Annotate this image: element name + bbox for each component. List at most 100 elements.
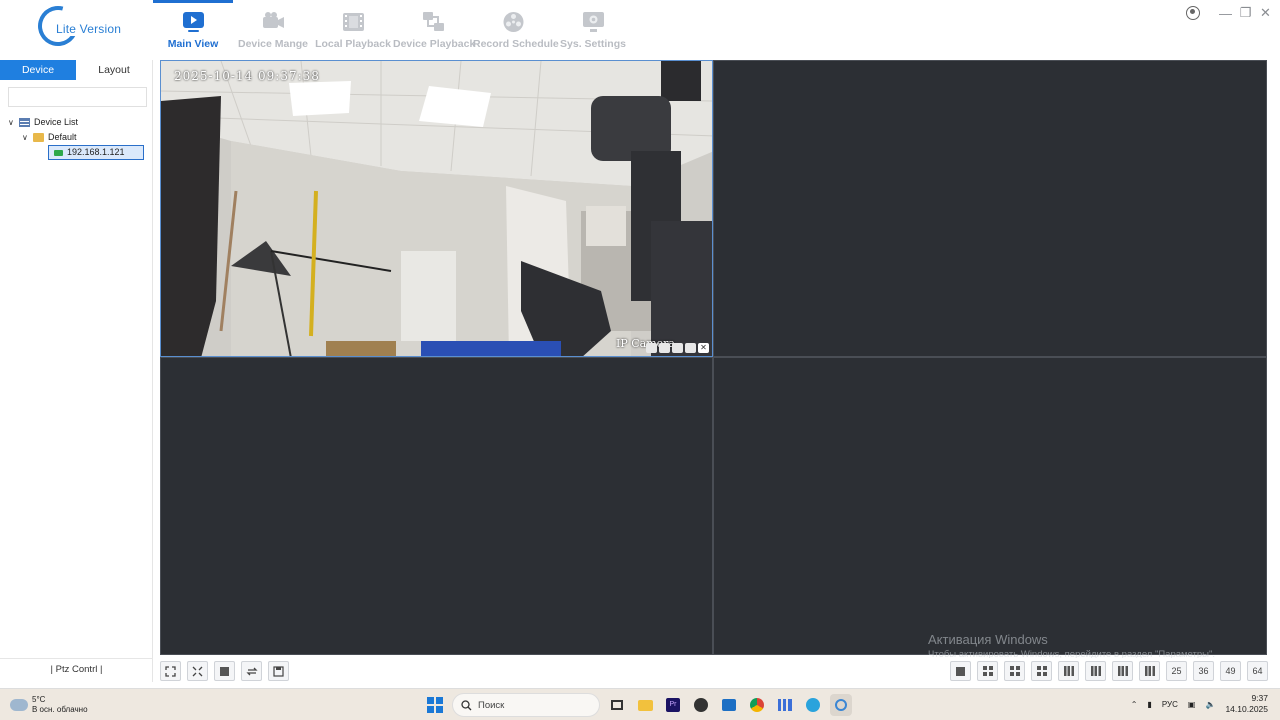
layout-25-button[interactable]: 25 [1166, 661, 1187, 681]
battery-icon[interactable]: ▮ [1147, 700, 1151, 709]
taskbar-apps: Поиск Pr [424, 693, 852, 717]
windows-activation-watermark: Активация Windows Чтобы активировать Win… [928, 632, 1215, 660]
cms-app-icon [835, 699, 847, 711]
telegram-button[interactable] [802, 694, 824, 716]
task-view-icon [611, 700, 623, 710]
nav-label: Device Playback [393, 38, 476, 50]
tab-layout[interactable]: Layout [76, 60, 152, 80]
chevron-down-icon[interactable]: ∨ [22, 130, 31, 145]
network-icon[interactable]: ▣ [1188, 700, 1196, 709]
ptz-label: Ptz Contrl [55, 664, 98, 675]
video-cell-4[interactable] [713, 357, 1267, 655]
chevron-down-icon[interactable]: ∨ [8, 115, 17, 130]
selected-device[interactable]: 192.168.1.121 [48, 145, 144, 160]
folder-icon [33, 133, 44, 142]
watermark-title: Активация Windows [928, 632, 1048, 647]
user-icon[interactable] [1186, 6, 1200, 20]
layout-36-button[interactable]: 36 [1193, 661, 1214, 681]
logo-text: Lite Version [55, 22, 123, 36]
bottom-toolbar: 25 36 49 64 [153, 658, 1280, 684]
cms-app-button[interactable] [830, 694, 852, 716]
save-icon [273, 665, 284, 677]
start-button[interactable] [424, 694, 446, 716]
device-sidebar: Device Layout ∨ Device List ∨ Default 19… [0, 60, 153, 682]
tree-node-default[interactable]: ∨ Default [8, 130, 148, 145]
layout-9-button[interactable] [1058, 661, 1079, 681]
layout-1-button[interactable] [950, 661, 971, 681]
device-search-input[interactable] [8, 87, 147, 107]
stop-icon [220, 666, 229, 676]
save-button[interactable] [268, 661, 289, 681]
windows-logo-icon [427, 697, 443, 713]
volume-icon[interactable]: 🔈 [1205, 700, 1215, 709]
film-icon [343, 13, 364, 31]
ptz-control-toggle[interactable]: | Ptz Contrl | [0, 658, 153, 682]
chevron-up-icon[interactable]: ⌃ [1131, 700, 1138, 709]
search-placeholder: Поиск [478, 699, 505, 711]
osd-timestamp: 2025-10-14 09:37:38 [174, 69, 320, 83]
layout-16-button[interactable] [1139, 661, 1160, 681]
layout-10-button[interactable] [1085, 661, 1106, 681]
tree-node-camera[interactable]: 192.168.1.121 [8, 145, 148, 160]
file-explorer-button[interactable] [634, 694, 656, 716]
exit-fullscreen-button[interactable] [187, 661, 208, 681]
folder-icon [637, 699, 653, 711]
layout-6-button[interactable] [1004, 661, 1025, 681]
layout-4-button[interactable] [977, 661, 998, 681]
zoom-icon[interactable] [685, 343, 696, 353]
nav-local-playback[interactable]: Local Playback [313, 0, 393, 55]
nav-sys-settings[interactable]: Sys. Settings [553, 0, 633, 55]
tree-node-device-list[interactable]: ∨ Device List [8, 115, 148, 130]
device-tree: ∨ Device List ∨ Default 192.168.1.121 [8, 115, 148, 160]
layout-49-button[interactable]: 49 [1220, 661, 1241, 681]
app-button[interactable] [690, 694, 712, 716]
nav-device-playback[interactable]: Device Playback [393, 0, 476, 55]
layout-buttons: 25 36 49 64 [950, 661, 1268, 681]
tree-label: 192.168.1.121 [67, 147, 125, 157]
layout-8-button[interactable] [1031, 661, 1052, 681]
minimize-icon[interactable]: — [1219, 6, 1232, 21]
weather-desc: В осн. облачно [32, 705, 88, 714]
telegram-icon [806, 698, 820, 712]
list-icon [19, 118, 30, 127]
task-view-button[interactable] [606, 694, 628, 716]
chrome-button[interactable] [746, 694, 768, 716]
weather-temp: 5°C [32, 695, 46, 704]
tab-device[interactable]: Device [0, 60, 76, 80]
layout-64-button[interactable]: 64 [1247, 661, 1268, 681]
audio-icon[interactable] [672, 343, 683, 353]
layout-10-icon [1090, 666, 1101, 676]
store-button[interactable] [718, 694, 740, 716]
search-icon [461, 699, 472, 710]
nav-main-view[interactable]: Main View [153, 0, 233, 55]
stats-app-button[interactable] [774, 694, 796, 716]
fullscreen-icon [165, 665, 176, 677]
close-icon[interactable]: ✕ [1259, 5, 1272, 21]
nav-label: Sys. Settings [560, 38, 626, 50]
refresh-icon [245, 667, 258, 675]
refresh-button[interactable] [241, 661, 262, 681]
fullscreen-button[interactable] [160, 661, 181, 681]
video-cell-2[interactable] [713, 60, 1267, 357]
sidebar-tabs: Device Layout [0, 60, 152, 80]
maximize-icon[interactable]: ❐ [1239, 5, 1252, 21]
record-icon[interactable] [646, 343, 657, 353]
app-logo: Lite Version [30, 0, 158, 54]
nav-device-manage[interactable]: Device Mange [233, 0, 313, 55]
video-cell-3[interactable] [160, 357, 713, 655]
app-icon [694, 698, 708, 712]
nav-record-schedule[interactable]: Record Schedule [473, 0, 559, 55]
system-clock[interactable]: 9:37 14.10.2025 [1225, 693, 1268, 715]
system-tray: ⌃ ▮ РУС ▣ 🔈 9:37 14.10.2025 [1131, 693, 1268, 715]
layout-1-icon [956, 666, 965, 676]
language-indicator[interactable]: РУС [1162, 700, 1178, 709]
premiere-button[interactable]: Pr [662, 694, 684, 716]
close-stream-icon[interactable]: ✕ [698, 343, 709, 353]
stop-all-button[interactable] [214, 661, 235, 681]
taskbar-search[interactable]: Поиск [452, 693, 600, 717]
layout-13-button[interactable] [1112, 661, 1133, 681]
snapshot-icon[interactable] [659, 343, 670, 353]
chart-icon [778, 699, 792, 711]
video-cell-1[interactable]: 2025-10-14 09:37:38 IP Camera ✕ [160, 60, 713, 357]
weather-widget[interactable]: 5°C В осн. облачно [10, 695, 88, 715]
